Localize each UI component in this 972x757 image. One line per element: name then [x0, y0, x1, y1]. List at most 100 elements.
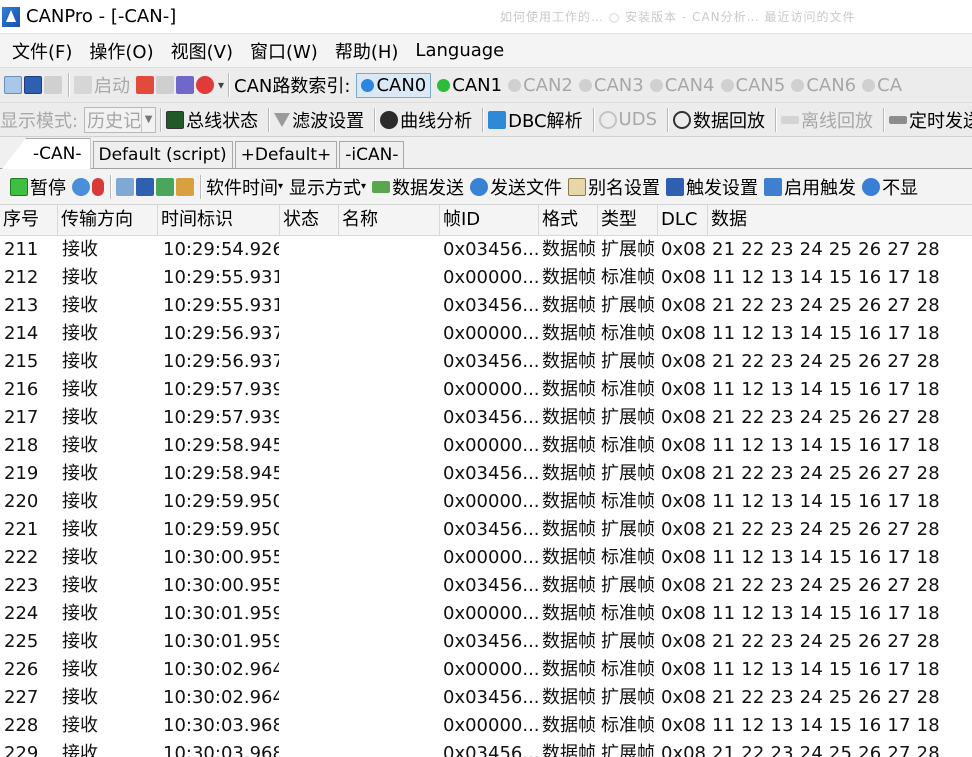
- can-channel-1[interactable]: CAN1: [437, 75, 502, 96]
- save-icon[interactable]: [24, 76, 42, 94]
- table-row[interactable]: 228 接收 10:30:03.968 0x00000... 数据帧 标准帧 0x08 11 …: [0, 712, 972, 740]
- cell-type: 扩展帧: [601, 351, 655, 372]
- tab-default[interactable]: +Default+: [234, 141, 338, 168]
- connect-icon[interactable]: [44, 76, 62, 94]
- tab-ican[interactable]: -iCAN-: [339, 141, 405, 168]
- display-method-dropdown[interactable]: 显示方式 ▾: [289, 174, 366, 200]
- chevron-down-icon: ▼: [141, 107, 155, 132]
- offline-playback-button[interactable]: 离线回放: [781, 107, 873, 133]
- cell-data: 21 22 23 24 25 26 27 28: [712, 239, 940, 260]
- menu-help[interactable]: 帮助(H): [335, 38, 399, 64]
- column-header-index[interactable]: 序号: [0, 205, 58, 236]
- curve-analysis-button[interactable]: 曲线分析: [380, 107, 472, 133]
- timed-send-button[interactable]: 定时发送: [889, 107, 972, 133]
- bus-status-button[interactable]: 总线状态: [166, 107, 258, 133]
- can-channel-5[interactable]: CAN5: [720, 75, 785, 96]
- cell-index: 220: [4, 491, 39, 512]
- can-channel-4[interactable]: CAN4: [649, 75, 715, 96]
- cell-dlc: 0x08: [661, 463, 707, 484]
- refresh-icon[interactable]: [72, 177, 90, 196]
- export-icon[interactable]: [156, 177, 174, 196]
- table-row[interactable]: 227 接收 10:30:02.964 0x03456... 数据帧 扩展帧 0x08 21 …: [0, 684, 972, 712]
- table-row[interactable]: 229 接收 10:30:03.968 0x03456... 数据帧 扩展帧 0x08 21 …: [0, 740, 972, 757]
- table-row[interactable]: 224 接收 10:30:01.959 0x00000... 数据帧 标准帧 0x08 11 …: [0, 600, 972, 628]
- column-header-direction[interactable]: 传输方向: [58, 205, 158, 236]
- uds-button[interactable]: UDS: [598, 109, 657, 130]
- window-title: CANPro - [-CAN-]: [26, 6, 177, 27]
- table-row[interactable]: 218 接收 10:29:58.945 0x00000... 数据帧 标准帧 0x08 11 …: [0, 432, 972, 460]
- cell-frame-id: 0x00000...: [443, 379, 538, 400]
- menu-operate[interactable]: 操作(O): [89, 38, 153, 64]
- cell-type: 标准帧: [601, 435, 655, 456]
- column-header-frame-id[interactable]: 帧ID: [440, 205, 539, 236]
- not-display-button[interactable]: 不显: [862, 174, 918, 200]
- table-row[interactable]: 213 接收 10:29:55.931 0x03456... 数据帧 扩展帧 0x08 21 …: [0, 292, 972, 320]
- device-info-icon[interactable]: [136, 76, 154, 94]
- cell-format: 数据帧: [542, 687, 596, 708]
- package-icon[interactable]: [176, 177, 194, 196]
- table-row[interactable]: 216 接收 10:29:57.939 0x00000... 数据帧 标准帧 0x08 11 …: [0, 376, 972, 404]
- data-playback-button[interactable]: 数据回放: [673, 107, 765, 133]
- table-row[interactable]: 220 接收 10:29:59.950 0x00000... 数据帧 标准帧 0x08 11 …: [0, 488, 972, 516]
- column-header-type[interactable]: 类型: [598, 205, 658, 236]
- cell-data: 11 12 13 14 15 16 17 18: [712, 603, 940, 624]
- menu-language[interactable]: Language: [415, 40, 504, 61]
- column-header-timestamp[interactable]: 时间标识: [158, 205, 280, 236]
- toolbar-separator: [374, 107, 377, 132]
- table-row[interactable]: 226 接收 10:30:02.964 0x00000... 数据帧 标准帧 0x08 11 …: [0, 656, 972, 684]
- cell-type: 扩展帧: [601, 519, 655, 540]
- table-row[interactable]: 221 接收 10:29:59.950 0x03456... 数据帧 扩展帧 0x08 21 …: [0, 516, 972, 544]
- data-send-button[interactable]: 数据发送: [372, 174, 464, 200]
- table-row[interactable]: 225 接收 10:30:01.959 0x03456... 数据帧 扩展帧 0x08 21 …: [0, 628, 972, 656]
- cell-frame-id: 0x03456...: [443, 631, 538, 652]
- reset-icon[interactable]: [156, 76, 174, 94]
- enable-trigger-button[interactable]: 启用触发: [764, 174, 856, 200]
- can-channel-7[interactable]: CA: [862, 75, 902, 96]
- software-time-dropdown[interactable]: 软件时间 ▾: [206, 174, 283, 200]
- start-icon: [74, 76, 92, 94]
- toolbar-overflow-icon[interactable]: ▾: [218, 78, 224, 92]
- column-header-dlc[interactable]: DLC: [658, 205, 708, 236]
- column-header-format[interactable]: 格式: [539, 205, 598, 236]
- pause-button[interactable]: 暂停: [10, 174, 66, 200]
- start-button[interactable]: 启动: [74, 72, 130, 98]
- open-device-icon[interactable]: [4, 76, 22, 94]
- table-row[interactable]: 223 接收 10:30:00.955 0x03456... 数据帧 扩展帧 0x08 21 …: [0, 572, 972, 600]
- cell-data: 21 22 23 24 25 26 27 28: [712, 351, 940, 372]
- cell-direction: 接收: [62, 603, 98, 624]
- save-data-icon[interactable]: [136, 177, 154, 196]
- table-row[interactable]: 212 接收 10:29:55.931 0x00000... 数据帧 标准帧 0x08 11 …: [0, 264, 972, 292]
- cell-data: 11 12 13 14 15 16 17 18: [712, 659, 940, 680]
- column-header-status[interactable]: 状态: [280, 205, 339, 236]
- alias-settings-button[interactable]: 别名设置: [568, 174, 660, 200]
- help-icon[interactable]: [196, 76, 214, 94]
- menu-window[interactable]: 窗口(W): [250, 38, 318, 64]
- tab-default-script[interactable]: Default (script): [92, 141, 233, 168]
- dbc-parse-button[interactable]: DBC解析: [488, 107, 583, 133]
- book-icon[interactable]: [176, 76, 194, 94]
- can-channel-3[interactable]: CAN3: [578, 75, 644, 96]
- can-channel-6[interactable]: CAN6: [791, 75, 856, 96]
- filter-settings-button[interactable]: 滤波设置: [274, 107, 364, 133]
- tab-can[interactable]: -CAN-: [2, 138, 91, 169]
- table-row[interactable]: 219 接收 10:29:58.945 0x03456... 数据帧 扩展帧 0x08 21 …: [0, 460, 972, 488]
- trigger-settings-button[interactable]: 触发设置: [666, 174, 758, 200]
- display-mode-select[interactable]: 历史记 ▼: [84, 106, 157, 133]
- table-row[interactable]: 211 接收 10:29:54.926 0x03456... 数据帧 扩展帧 0x08 21 …: [0, 236, 972, 264]
- clear-icon[interactable]: [92, 177, 104, 196]
- column-header-name[interactable]: 名称: [339, 205, 440, 236]
- can-channel-0[interactable]: CAN0: [356, 72, 432, 98]
- cell-index: 211: [4, 239, 39, 260]
- copy-icon[interactable]: [116, 177, 134, 196]
- send-file-button[interactable]: 发送文件: [470, 174, 562, 200]
- column-header-data[interactable]: 数据: [708, 205, 972, 236]
- table-row[interactable]: 222 接收 10:30:00.955 0x00000... 数据帧 标准帧 0x08 11 …: [0, 544, 972, 572]
- cell-format: 数据帧: [542, 463, 596, 484]
- menu-view[interactable]: 视图(V): [171, 38, 233, 64]
- table-row[interactable]: 215 接收 10:29:56.937 0x03456... 数据帧 扩展帧 0x08 21 …: [0, 348, 972, 376]
- menu-file[interactable]: 文件(F): [12, 38, 72, 64]
- table-row[interactable]: 217 接收 10:29:57.939 0x03456... 数据帧 扩展帧 0x08 21 …: [0, 404, 972, 432]
- can-channel-2[interactable]: CAN2: [508, 75, 573, 96]
- alias-icon: [568, 177, 587, 196]
- table-row[interactable]: 214 接收 10:29:56.937 0x00000... 数据帧 标准帧 0x08 11 …: [0, 320, 972, 348]
